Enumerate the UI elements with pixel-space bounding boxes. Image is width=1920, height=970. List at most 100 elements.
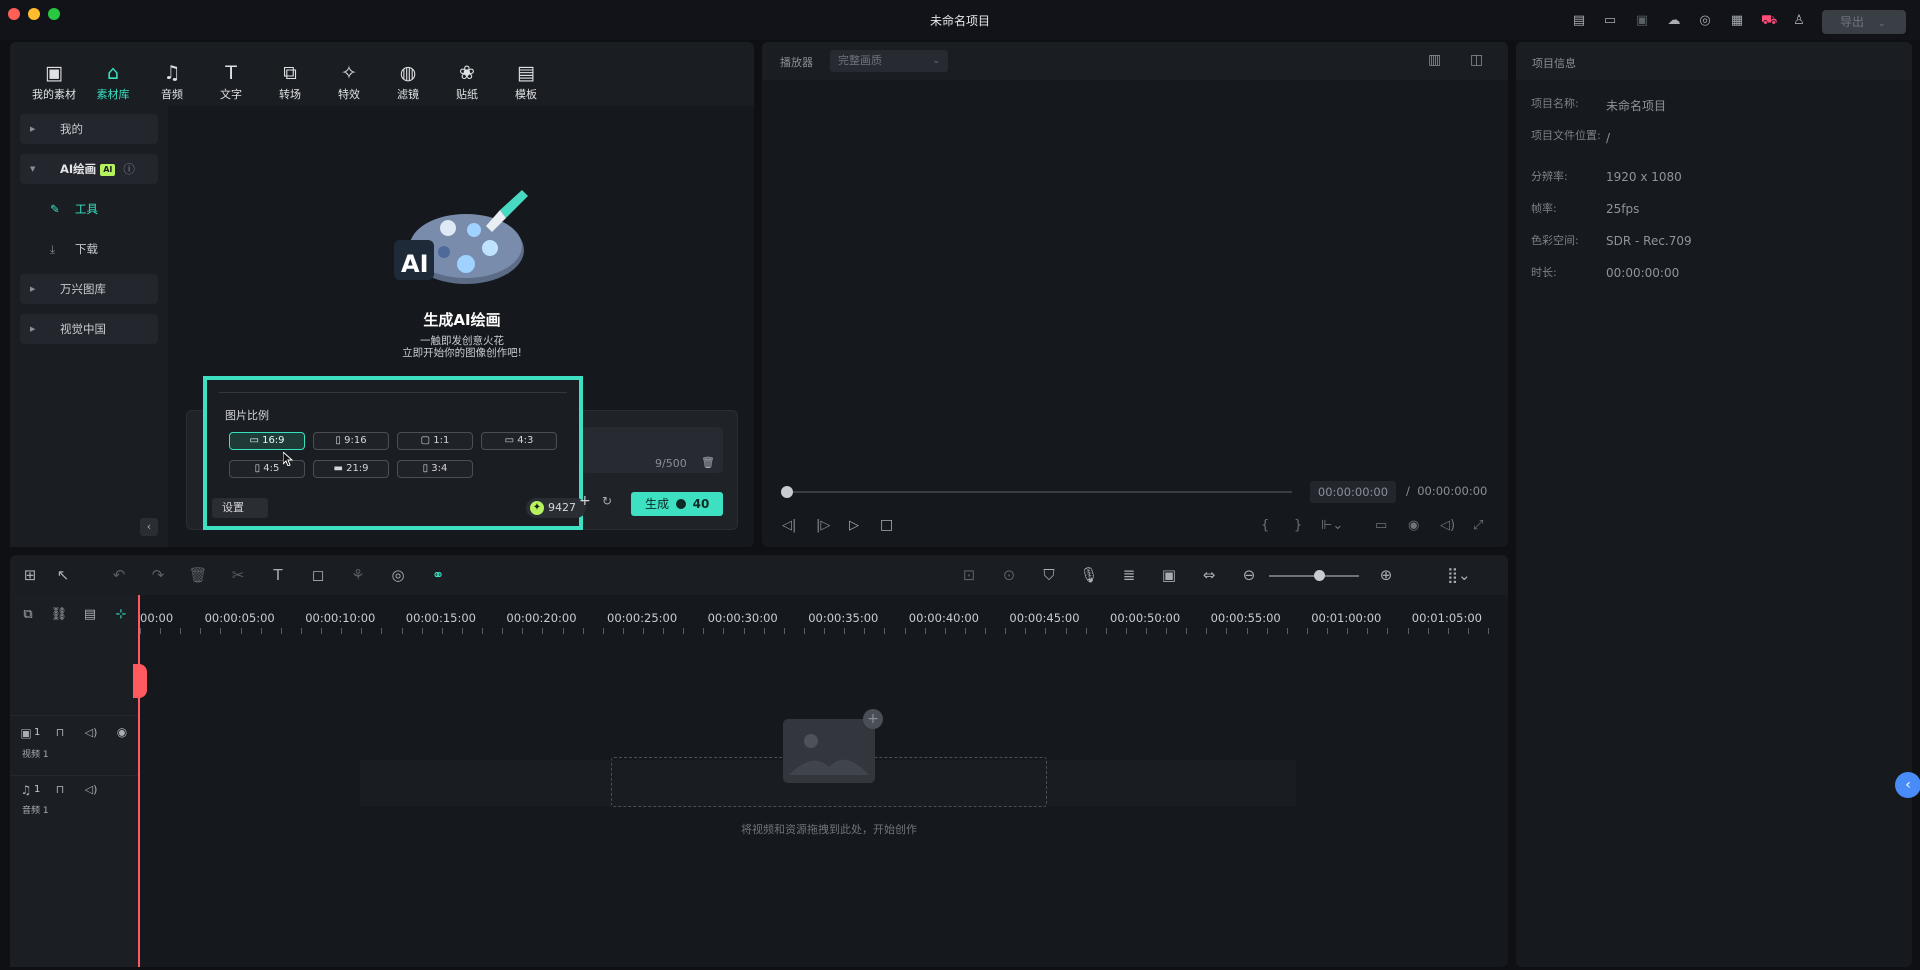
layout-icon[interactable]: ▭	[1602, 13, 1618, 29]
tab-effects[interactable]: ✧ 特效	[321, 60, 377, 102]
ratio-16-9-button[interactable]: ▭ 16:9	[229, 432, 305, 450]
cloud-upload-icon[interactable]: ☁	[1666, 13, 1682, 29]
pip-icon[interactable]: ▣	[1159, 566, 1179, 584]
ruler-label: 00:00:20:00	[506, 611, 577, 625]
help-icon[interactable]: ⓘ	[123, 162, 135, 176]
tab-text[interactable]: T 文字	[203, 60, 259, 102]
ruler-tick	[945, 628, 946, 634]
generate-button[interactable]: 生成 40	[631, 492, 723, 516]
info-value-resolution: 1920 x 1080	[1606, 170, 1682, 184]
link-icon[interactable]: ⚭	[428, 566, 448, 584]
scope-icon[interactable]: ◫	[1470, 52, 1483, 68]
tab-stickers[interactable]: ❀ 贴纸	[439, 60, 495, 102]
crop-icon[interactable]: ◻	[308, 566, 328, 584]
sidebar-item-tools[interactable]: ✎ 工具	[20, 194, 158, 224]
quality-select[interactable]: 完整画质 ⌄	[830, 50, 948, 72]
ratio-4-5-button[interactable]: ▯ 4:5	[229, 460, 305, 478]
tab-my-media[interactable]: ▣ 我的素材	[26, 60, 82, 102]
select-tool-icon[interactable]: ↖	[53, 566, 73, 584]
apps-grid-icon[interactable]: ▦	[1729, 13, 1745, 29]
eye-icon[interactable]: ◉	[112, 725, 132, 739]
collapse-sidebar-button[interactable]: ‹	[140, 518, 158, 536]
tab-filters[interactable]: ◍ 滤镜	[380, 60, 436, 102]
playhead-handle[interactable]	[781, 486, 793, 498]
lock-icon[interactable]: ⊓	[50, 783, 70, 796]
track-manager-icon[interactable]: ▤	[80, 607, 100, 622]
refresh-icon[interactable]: ↻	[602, 494, 616, 508]
playhead-drag-handle[interactable]	[133, 664, 147, 698]
info-value-name: 未命名项目	[1606, 99, 1667, 113]
cart-icon[interactable]: ⛟	[1761, 13, 1777, 29]
auto-beat-icon[interactable]: ⊙	[999, 566, 1019, 584]
text-tool-icon[interactable]: T	[268, 566, 288, 584]
link-track-icon[interactable]: ⛓	[49, 607, 69, 622]
ratio-4-3-button[interactable]: ▭ 4:3	[481, 432, 557, 450]
support-headset-icon[interactable]: ◎	[1697, 13, 1713, 29]
sidebar-item-mine[interactable]: ▶ 我的	[20, 114, 158, 144]
tab-transitions[interactable]: ⧉ 转场	[262, 60, 318, 102]
sidebar-label: 下载	[75, 242, 98, 256]
delete-icon[interactable]: 🗑	[188, 566, 208, 584]
ruler-tick	[442, 628, 443, 634]
info-label-frame-rate: 帧率:	[1531, 202, 1557, 215]
speaker-icon[interactable]: ◁)	[81, 726, 101, 739]
mark-out-icon[interactable]: }	[1294, 518, 1302, 533]
expand-panel-button[interactable]: ‹	[1895, 772, 1920, 798]
ratio-9-16-button[interactable]: ▯ 9:16	[313, 432, 389, 450]
save-icon[interactable]: ▣	[1634, 13, 1650, 29]
microphone-icon[interactable]: 🎙	[1079, 566, 1099, 584]
snap-icon[interactable]: ⊹	[111, 607, 131, 622]
add-track-icon[interactable]: ⧉	[18, 607, 38, 622]
trash-icon[interactable]: 🗑	[701, 456, 715, 469]
speaker-icon[interactable]: ◁)	[81, 783, 101, 796]
shield-icon[interactable]: ⛉	[1039, 566, 1059, 584]
project-settings-icon[interactable]: ▤	[1571, 13, 1587, 29]
sidebar-item-download[interactable]: ⤓ 下载	[20, 234, 158, 264]
ai-tool-icon[interactable]: ◎	[388, 566, 408, 584]
ratio-21-9-button[interactable]: ▬ 21:9	[313, 460, 389, 478]
zoom-out-icon[interactable]: ⊖	[1239, 566, 1259, 584]
account-icon[interactable]: ♙	[1791, 13, 1807, 29]
tab-media-library[interactable]: ⌂ 素材库	[85, 60, 141, 102]
duration-display: / 00:00:00:00	[1406, 484, 1487, 498]
layout-grid-icon[interactable]: ⊞	[20, 566, 40, 584]
volume-icon[interactable]: ◁)	[1440, 518, 1455, 533]
tab-templates[interactable]: ▤ 模板	[498, 60, 554, 102]
add-credits-icon[interactable]: +	[579, 494, 593, 508]
mark-in-icon[interactable]: {	[1261, 518, 1269, 533]
fit-icon[interactable]: ⇔	[1199, 566, 1219, 584]
playback-scrubber[interactable]	[784, 491, 1292, 493]
display-icon[interactable]: ▭	[1375, 518, 1387, 533]
lock-icon[interactable]: ⊓	[50, 726, 70, 739]
prev-frame-icon[interactable]: ◁|	[782, 518, 796, 533]
next-frame-icon[interactable]: |▷	[816, 518, 830, 533]
cut-icon[interactable]: ✂	[228, 566, 248, 584]
sidebar-item-vcg[interactable]: ▶ 视觉中国	[20, 314, 158, 344]
redo-icon[interactable]: ↷	[148, 566, 168, 584]
zoom-in-icon[interactable]: ⊕	[1376, 566, 1396, 584]
audio-track-icon[interactable]: ≣	[1119, 566, 1139, 584]
stop-icon[interactable]: □	[880, 517, 893, 533]
export-button[interactable]: 导出 ⌄	[1822, 10, 1906, 34]
zoom-slider-handle[interactable]	[1314, 570, 1325, 581]
track-layout-icon[interactable]: ⣿⌄	[1447, 566, 1471, 584]
tab-audio[interactable]: ♫ 音频	[144, 60, 200, 102]
fullscreen-icon[interactable]: ⤢	[1473, 518, 1483, 533]
ruler-tick	[905, 628, 906, 634]
marker-icon[interactable]: ⊩⌄	[1321, 518, 1343, 533]
ratio-3-4-button[interactable]: ▯ 3:4	[397, 460, 473, 478]
render-icon[interactable]: ⊡	[959, 566, 979, 584]
sidebar-item-wondershare-library[interactable]: ▶ 万兴图库	[20, 274, 158, 304]
sidebar-item-ai-painting[interactable]: ▼ AI绘画 AI ⓘ	[20, 154, 158, 184]
snapshot-icon[interactable]: ◉	[1408, 518, 1419, 533]
ruler-tick	[140, 628, 141, 634]
ruler-label: 00:00:40:00	[908, 611, 979, 625]
settings-button[interactable]: 设置	[212, 498, 268, 518]
play-icon[interactable]: ▷	[849, 518, 859, 533]
grid-view-icon[interactable]: ▥	[1428, 52, 1441, 68]
timeline-playhead[interactable]	[138, 595, 140, 967]
color-icon[interactable]: ⚘	[348, 566, 368, 584]
add-media-icon[interactable]: +	[863, 709, 883, 729]
ratio-1-1-button[interactable]: ▢ 1:1	[397, 432, 473, 450]
undo-icon[interactable]: ↶	[109, 566, 129, 584]
